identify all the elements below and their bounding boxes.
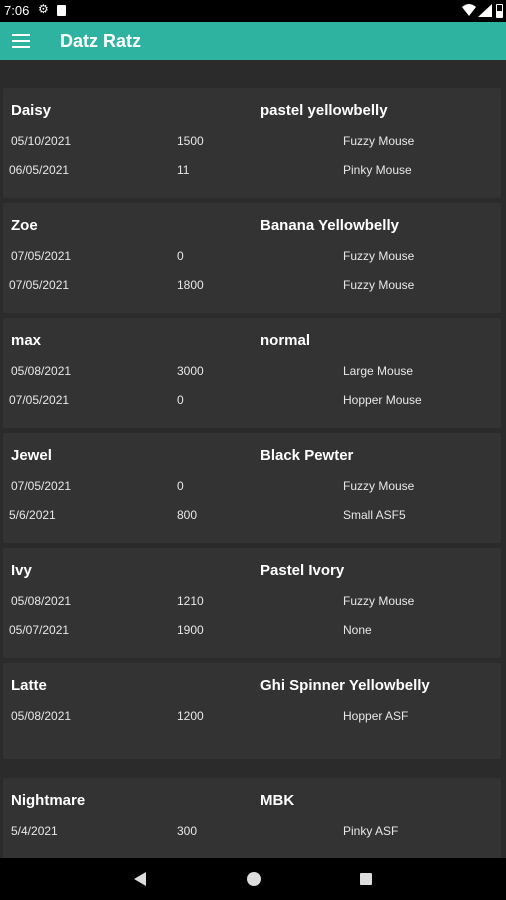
feeding-date: 05/10/2021 [11,134,72,148]
feeding-date: 07/05/2021 [11,479,72,493]
app-title: Datz Ratz [60,31,142,51]
snake-morph: Pastel Ivory [260,562,345,579]
feeding-date: 05/07/2021 [9,623,70,637]
feeding-date: 05/08/2021 [11,594,72,608]
snake-card[interactable]: Zoe Banana Yellowbelly 07/05/2021 0 Fuzz… [3,203,501,313]
feeding-food: Fuzzy Mouse [343,278,415,292]
feeding-weight: 3000 [177,364,204,378]
feeding-food: Fuzzy Mouse [343,249,415,263]
feeding-food: Large Mouse [343,364,414,378]
feeding-weight: 1800 [177,278,204,292]
snake-morph: pastel yellowbelly [260,102,388,119]
feeding-date: 05/08/2021 [11,364,72,378]
feeding-row: 06/05/2021 11 Pinky Mouse [3,163,501,181]
feeding-weight: 0 [177,249,184,263]
feeding-row: 05/07/2021 1900 None [3,623,501,641]
battery-icon [496,4,503,18]
feeding-weight: 1900 [177,623,204,637]
feeding-row: 07/05/2021 0 Hopper Mouse [3,393,501,411]
feeding-food: None [343,623,372,637]
feeding-food: Pinky Mouse [343,163,412,177]
hamburger-menu-icon[interactable] [12,34,30,48]
snake-name: Jewel [11,447,52,464]
feeding-row: 5/6/2021 800 Small ASF5 [3,508,501,526]
feeding-row: 07/05/2021 0 Fuzzy Mouse [3,479,501,497]
snake-morph: MBK [260,792,295,809]
snake-name: Daisy [11,102,52,119]
sd-card-icon [57,5,66,16]
recent-apps-icon[interactable] [360,873,372,885]
feeding-food: Fuzzy Mouse [343,134,415,148]
feeding-food: Fuzzy Mouse [343,479,415,493]
feeding-food: Pinky ASF [343,824,399,838]
feeding-date: 05/08/2021 [11,709,72,723]
snake-card[interactable]: Daisy pastel yellowbelly 05/10/2021 1500… [3,88,501,198]
feeding-row: 05/08/2021 3000 Large Mouse [3,364,501,382]
snake-name: Ivy [11,562,32,579]
feeding-date: 07/05/2021 [11,249,72,263]
cell-signal-icon [478,4,492,20]
feeding-date: 06/05/2021 [9,163,70,177]
feeding-weight: 0 [177,479,184,493]
feeding-date: 07/05/2021 [9,278,70,292]
feeding-weight: 1500 [177,134,204,148]
snake-card[interactable]: max normal 05/08/2021 3000 Large Mouse 0… [3,318,501,428]
home-icon[interactable] [247,872,261,886]
snake-name: Nightmare [11,792,86,809]
snake-morph: normal [260,332,311,349]
feeding-food: Hopper ASF [343,709,409,723]
feeding-weight: 1200 [177,709,204,723]
snake-morph: Black Pewter [260,447,354,464]
snake-morph: Banana Yellowbelly [260,217,399,234]
feeding-weight: 11 [177,163,190,177]
snake-card[interactable]: Latte Ghi Spinner Yellowbelly 05/08/2021… [3,663,501,759]
feeding-row: 05/10/2021 1500 Fuzzy Mouse [3,134,501,152]
feeding-weight: 0 [177,393,184,407]
system-nav-bar [0,858,506,900]
feeding-row: 07/05/2021 1800 Fuzzy Mouse [3,278,501,296]
feeding-food: Hopper Mouse [343,393,422,407]
snake-morph: Ghi Spinner Yellowbelly [260,677,430,694]
feeding-food: Fuzzy Mouse [343,594,415,608]
snake-name: max [11,332,42,349]
feeding-row: 05/08/2021 1210 Fuzzy Mouse [3,594,501,612]
snake-card[interactable]: Nightmare MBK 5/4/2021 300 Pinky ASF [3,778,501,858]
snake-name: Latte [11,677,47,694]
feeding-weight: 1210 [177,594,204,608]
snake-list[interactable]: Daisy pastel yellowbelly 05/10/2021 1500… [0,60,506,858]
app-bar: Datz Ratz [0,22,506,60]
feeding-date: 5/4/2021 [11,824,58,838]
feeding-food: Small ASF5 [343,508,406,522]
back-icon[interactable] [134,872,146,886]
feeding-date: 07/05/2021 [9,393,70,407]
feeding-row: 5/4/2021 300 Pinky ASF [3,824,501,842]
status-time: 7:06 [4,3,30,18]
feeding-date: 5/6/2021 [9,508,56,522]
feeding-weight: 300 [177,824,198,838]
snake-card[interactable]: Ivy Pastel Ivory 05/08/2021 1210 Fuzzy M… [3,548,501,658]
feeding-row: 05/08/2021 1200 Hopper ASF [3,709,501,727]
feeding-weight: 800 [177,508,198,522]
settings-gear-icon: ⚙ [38,2,49,16]
status-bar: 7:06 ⚙ [0,0,506,22]
feeding-row: 07/05/2021 0 Fuzzy Mouse [3,249,501,267]
snake-card[interactable]: Jewel Black Pewter 07/05/2021 0 Fuzzy Mo… [3,433,501,543]
snake-name: Zoe [11,217,38,234]
wifi-icon [462,4,476,19]
